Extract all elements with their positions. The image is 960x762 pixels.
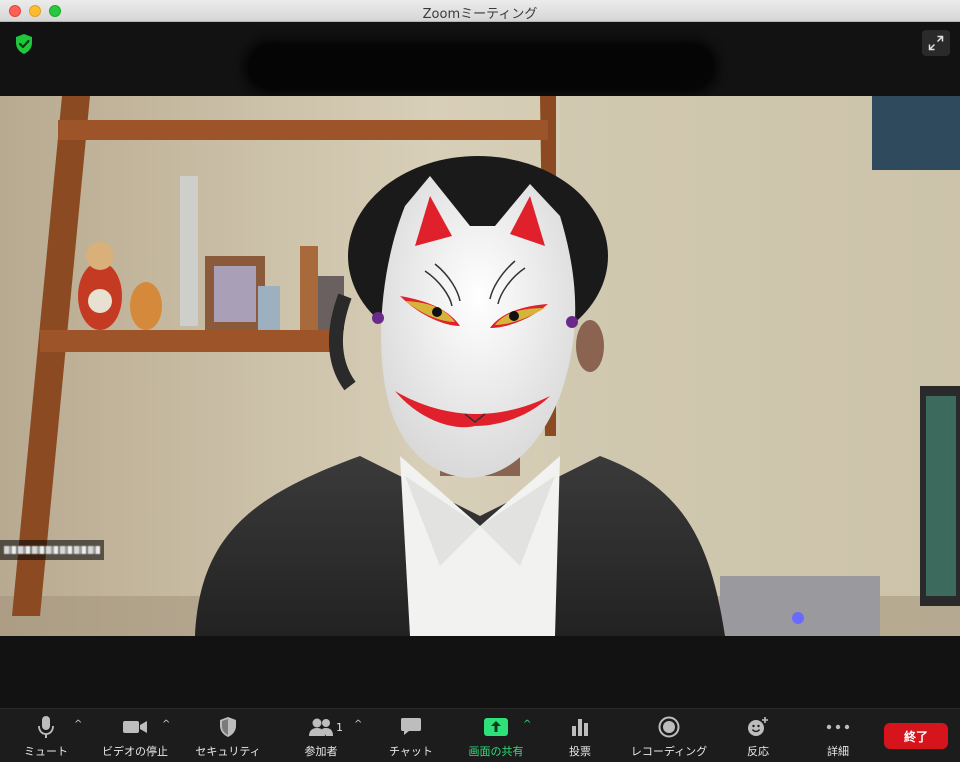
security-label: セキュリティ [195,745,261,758]
video-label: ビデオの停止 [102,745,168,758]
end-meeting-button[interactable]: 終了 [884,723,948,749]
mute-label: ミュート [24,745,68,758]
share-label: 画面の共有 [468,745,524,758]
more-dots-icon [826,724,850,730]
participants-label: 参加者 [304,745,338,758]
polling-button[interactable]: 投票 [562,714,598,760]
share-screen-icon [484,718,508,736]
mute-button[interactable]: ミュート [22,714,70,760]
security-button[interactable]: セキュリティ [192,714,264,760]
participants-icon [309,718,333,736]
participants-options-caret[interactable]: ^ [354,719,362,730]
share-screen-button[interactable]: 画面の共有 [464,714,528,760]
audio-options-caret[interactable]: ^ [74,719,82,730]
stop-video-button[interactable]: ビデオの停止 [100,714,170,760]
encryption-shield-icon[interactable] [12,32,36,56]
fullscreen-button[interactable] [922,30,950,56]
participant-video [0,96,960,636]
poll-label: 投票 [569,745,591,758]
shield-icon [220,717,236,737]
window-titlebar: Zoomミーティング [0,0,960,22]
record-icon [658,716,680,738]
video-options-caret[interactable]: ^ [162,719,170,730]
record-button[interactable]: レコーディング [626,714,712,760]
redacted-name [4,546,100,554]
bar-chart-icon [572,719,588,736]
participant-name-tag [0,540,104,560]
chat-button[interactable]: チャット [386,714,436,760]
more-button[interactable]: 詳細 [820,714,856,760]
reactions-button[interactable]: 反応 [740,714,776,760]
chat-bubble-icon [401,718,421,735]
microphone-icon [38,716,54,738]
expand-icon [928,35,944,51]
video-camera-icon [123,721,147,733]
video-frame-illustration [0,96,960,636]
meeting-area [0,22,960,708]
share-options-caret[interactable]: ^ [523,719,531,730]
window-title: Zoomミーティング [422,7,538,22]
record-label: レコーディング [630,745,708,758]
chat-label: チャット [389,745,433,758]
more-label: 詳細 [827,745,849,758]
participants-count: 1 [336,721,343,734]
reaction-label: 反応 [747,745,769,758]
meeting-toolbar: ミュート ^ ビデオの停止 ^ セキュリティ 参加者 1 ^ チャット 画面の共… [0,708,960,762]
redacted-meeting-info [248,44,714,90]
smiley-add-icon [748,717,768,736]
